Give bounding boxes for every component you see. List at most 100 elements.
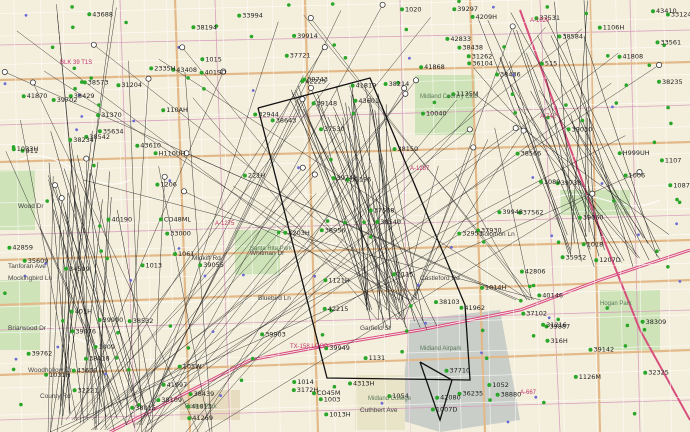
well-dot [3, 291, 7, 296]
well-dot [127, 367, 131, 372]
well-label: 515 [545, 60, 557, 68]
well-label: 401SD [205, 69, 227, 77]
well-label: 38194 [196, 23, 217, 31]
well-dot [580, 118, 585, 123]
well-label: 38235 [662, 78, 683, 86]
survey-line [0, 29, 690, 46]
well-dot [668, 183, 673, 188]
well-dot [435, 395, 440, 400]
well-dot [331, 176, 336, 181]
well-dot [362, 220, 366, 224]
well-dot [106, 217, 111, 222]
well-label: 401H [75, 308, 92, 316]
well-label: 38015 [135, 404, 156, 412]
well-label: 1013 [146, 261, 163, 269]
well-dot [26, 351, 31, 356]
well-dot [624, 83, 629, 87]
well-dot [127, 319, 132, 324]
well-dot [495, 392, 500, 397]
highway-label: A-1275 [215, 221, 235, 227]
well-dot [319, 127, 323, 132]
well-dot [521, 311, 526, 316]
marker-dot [3, 82, 7, 86]
well-label: 1014 [297, 378, 314, 386]
well-head-marker [520, 127, 527, 134]
well-dot [98, 224, 102, 228]
well-label: 39903 [265, 330, 286, 338]
road-label: Midkiff Rd [192, 255, 221, 262]
well-dot [351, 111, 356, 116]
well-dot [187, 416, 192, 421]
well-dot [140, 263, 145, 268]
well-label: 41870 [27, 92, 48, 100]
well-dot [202, 87, 206, 91]
well-dot [470, 14, 475, 19]
well-dot [614, 101, 619, 105]
well-head-marker [83, 155, 90, 162]
well-label: 39762 [32, 350, 53, 358]
map-canvas[interactable]: 38429 515 38418 316H 38956 38438 38436 1009 3929… [0, 0, 690, 432]
well-head-marker [29, 79, 36, 86]
well-dot [284, 53, 289, 58]
well-dot [116, 330, 120, 335]
marker-dot [75, 128, 78, 132]
well-label: 1006 [629, 172, 646, 180]
marker-dot [203, 274, 207, 278]
well-dot [124, 20, 128, 25]
marker-dot [531, 176, 535, 179]
marker-dot [506, 420, 510, 424]
well-dot [270, 118, 275, 123]
well-label: 36235 [463, 390, 484, 398]
well-label: 32325 [648, 369, 669, 377]
well-dot [434, 300, 438, 305]
well-label: 36104 [472, 59, 493, 67]
well-label: 41868 [424, 63, 445, 71]
well-dot [432, 100, 437, 105]
well-dot [99, 249, 103, 253]
well-label: 4313H [353, 380, 375, 388]
well-label: 42223 [305, 77, 326, 85]
well-dot [72, 66, 77, 71]
well-dot [405, 329, 409, 333]
well-head-marker [299, 164, 306, 171]
marker-dot [600, 182, 604, 185]
marker-dot [129, 278, 133, 282]
road-label: Mockingbird Ln [8, 275, 52, 282]
well-label: 105W [183, 363, 202, 371]
well-label: 1131 [369, 354, 386, 362]
well-dot [51, 98, 56, 102]
well-dot [363, 356, 368, 361]
well-label: 38439 [194, 390, 215, 398]
well-dot [343, 220, 347, 225]
well-dot [239, 378, 244, 383]
well-dot [531, 334, 536, 338]
well-label: 31204 [121, 81, 142, 89]
well-dot [495, 72, 499, 77]
well-dot [237, 13, 242, 18]
well-dot [253, 112, 258, 117]
marker-dot [675, 222, 678, 226]
highway-label: BLK 39 T1S [60, 60, 92, 66]
marker-dot [417, 283, 420, 287]
well-dot [531, 283, 536, 288]
well-dot [68, 137, 73, 142]
well-dot [675, 197, 679, 202]
well-dot [348, 381, 352, 386]
well-label: 1207D [599, 256, 621, 264]
well-dot [276, 230, 281, 235]
park-area [415, 75, 475, 135]
marker-dot [480, 351, 483, 355]
well-label: 37721 [290, 52, 311, 60]
well-label: 43688 [92, 10, 113, 18]
well-dot [445, 36, 450, 41]
well-dot [421, 111, 425, 116]
marker-dot [408, 56, 411, 60]
well-label: 37102 [526, 310, 547, 318]
well-label: 4209H [476, 13, 498, 21]
well-dot [11, 145, 16, 149]
well-dot [292, 380, 297, 384]
well-dot [655, 40, 660, 45]
road-label: Bluebird Ln [258, 295, 291, 302]
well-dot [72, 388, 77, 393]
well-dot [652, 140, 657, 145]
